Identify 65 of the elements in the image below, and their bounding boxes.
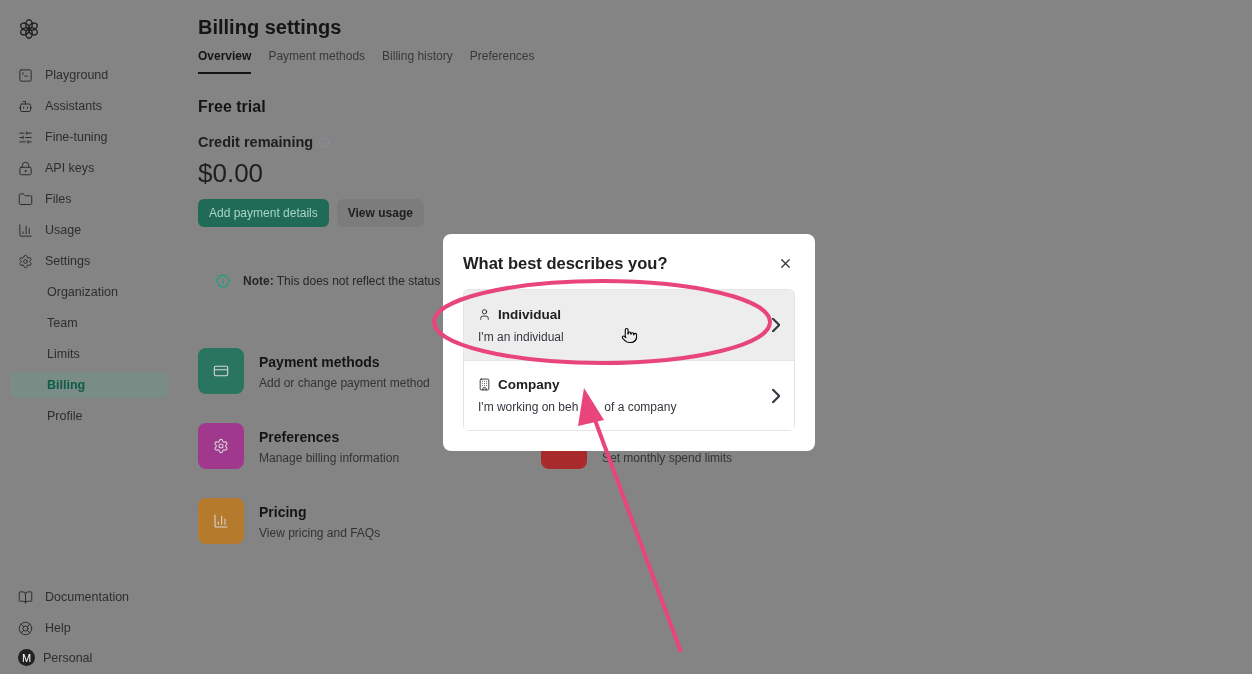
sidebar-item[interactable]: Billing — [10, 372, 168, 398]
option-title: Individual — [498, 306, 561, 322]
card-icon[interactable] — [198, 423, 244, 469]
card-icon-glyph — [213, 363, 229, 379]
sidebar-item[interactable]: Limits — [10, 341, 168, 367]
close-icon — [778, 256, 793, 271]
card-subtitle: Manage billing information — [259, 451, 400, 465]
nav-icon — [18, 160, 33, 176]
dialog-title: What best describes you? — [463, 254, 668, 273]
sidebar-item[interactable]: Files — [10, 186, 168, 212]
card-subtitle: View pricing and FAQs — [259, 526, 381, 540]
view-usage-button[interactable]: View usage — [336, 199, 424, 227]
tab[interactable]: Preferences — [469, 49, 535, 74]
sidebar-item[interactable]: Profile — [10, 403, 168, 429]
logo-icon — [18, 18, 40, 40]
option-description: I'm working on beh — [478, 400, 579, 414]
nav-icon — [18, 98, 33, 114]
option-description: of a company — [604, 400, 677, 414]
sidebar-item[interactable]: Help — [10, 615, 168, 641]
chart-icon — [213, 513, 229, 529]
tab[interactable]: Payment methods — [268, 49, 366, 74]
tab[interactable]: Overview — [198, 49, 252, 74]
building-icon — [478, 378, 491, 391]
sidebar-item[interactable]: Organization — [10, 279, 168, 305]
card-title[interactable]: Pricing — [259, 504, 381, 520]
sidebar-item[interactable]: Settings — [10, 248, 168, 274]
avatar: M — [18, 649, 35, 666]
option-row[interactable]: Individual I'm an individual — [464, 290, 794, 360]
sidebar-item[interactable]: Playground — [10, 62, 168, 88]
info-icon — [216, 274, 230, 288]
sidebar-item[interactable]: Documentation — [10, 584, 168, 610]
gear-icon — [213, 438, 229, 454]
lifebuoy-icon — [18, 620, 33, 636]
nav-icon — [18, 253, 33, 269]
nav-icon — [18, 191, 33, 207]
account-name[interactable]: Personal — [43, 650, 93, 665]
card-icon[interactable] — [198, 498, 244, 544]
credit-label: Credit remaining — [198, 134, 314, 150]
card-subtitle: Add or change payment method — [259, 376, 430, 390]
option-description: I'm an individual — [478, 329, 564, 344]
tab[interactable]: Billing history — [382, 49, 453, 74]
sidebar-item[interactable]: API keys — [10, 155, 168, 181]
sidebar-item[interactable]: Fine-tuning — [10, 124, 168, 150]
nav-icon — [18, 222, 33, 238]
book-icon — [18, 589, 33, 605]
card-icon[interactable] — [198, 348, 244, 394]
card-title[interactable]: Payment methods — [259, 354, 430, 370]
chevron-icon — [772, 318, 780, 332]
hand-cursor-icon — [621, 327, 638, 344]
note-text: Note: This does not reflect the status — [243, 274, 441, 288]
nav-icon — [18, 67, 33, 83]
sidebar-item[interactable]: Assistants — [10, 93, 168, 119]
page-title: Billing settings — [198, 16, 343, 39]
add-payment-button[interactable]: Add payment details — [198, 199, 329, 227]
chevron-icon — [772, 388, 780, 403]
card-title[interactable]: Preferences — [259, 429, 400, 445]
info-icon — [319, 136, 331, 148]
nav-icon — [18, 129, 33, 145]
option-title: Company — [498, 377, 560, 392]
person-icon — [478, 307, 491, 321]
sidebar-item[interactable]: Usage — [10, 217, 168, 243]
section-title: Free trial — [198, 98, 267, 116]
credit-amount: $0.00 — [198, 158, 265, 189]
sidebar-item[interactable]: Team — [10, 310, 168, 336]
option-row[interactable]: Company I'm working on beh of a company — [464, 360, 794, 430]
